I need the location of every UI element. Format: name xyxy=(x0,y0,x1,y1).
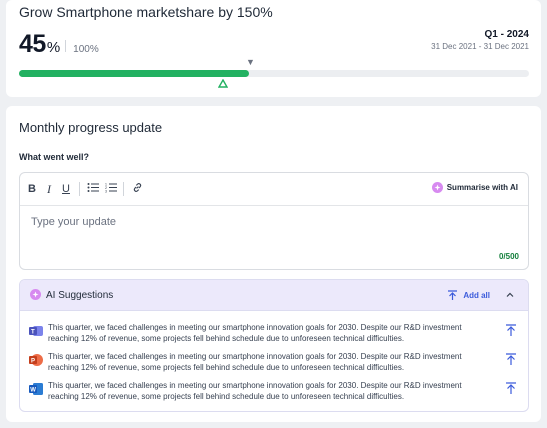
add-to-top-icon[interactable] xyxy=(506,324,516,336)
suggestion-text: This quarter, we faced challenges in mee… xyxy=(48,323,462,343)
teams-app-icon: T xyxy=(29,326,43,336)
goal-card: Grow Smartphone marketshare by 150% 45 %… xyxy=(6,0,541,97)
monthly-update-card: Monthly progress update What went well? … xyxy=(6,106,541,422)
progress-bar xyxy=(19,70,529,77)
bulleted-list-icon[interactable] xyxy=(86,182,100,196)
question-label: What went well? xyxy=(19,152,90,162)
add-all-label: Add all xyxy=(463,290,490,300)
underline-icon[interactable]: U xyxy=(59,182,73,196)
add-to-top-icon[interactable] xyxy=(506,382,516,394)
ai-suggestions-header: AI Suggestions Add all xyxy=(20,280,528,311)
progress-summary: 45 % 100% xyxy=(19,30,99,59)
word-app-icon: W xyxy=(29,383,43,395)
quarter-label: Q1 - 2024 xyxy=(484,29,529,40)
suggestion-text: This quarter, we faced challenges in mee… xyxy=(48,381,462,401)
svg-text:3: 3 xyxy=(105,190,107,194)
ai-suggestions-panel: AI Suggestions Add all T This quarter, w… xyxy=(19,279,529,412)
section-title: Monthly progress update xyxy=(19,120,163,135)
add-to-top-icon xyxy=(448,290,458,300)
add-to-top-icon[interactable] xyxy=(506,353,516,365)
ai-sparkle-icon xyxy=(30,289,41,300)
summarise-with-ai-button[interactable]: Summarise with AI xyxy=(431,182,518,193)
goal-title: Grow Smartphone marketshare by 150% xyxy=(19,4,273,20)
svg-text:P: P xyxy=(31,359,35,365)
progress-target: 100% xyxy=(73,44,99,55)
suggestion-item: W This quarter, we faced challenges in m… xyxy=(29,380,521,404)
italic-icon[interactable]: I xyxy=(42,182,56,196)
ai-sparkle-icon xyxy=(431,182,443,193)
add-all-button[interactable]: Add all xyxy=(448,290,490,300)
current-progress-marker-icon xyxy=(218,79,228,88)
ai-suggestions-title: AI Suggestions xyxy=(46,290,114,301)
suggestion-item: P This quarter, we faced challenges in m… xyxy=(29,351,521,375)
suggestion-item: T This quarter, we faced challenges in m… xyxy=(29,322,521,346)
progress-unit: % xyxy=(46,39,61,56)
character-counter: 0/500 xyxy=(498,252,519,261)
svg-text:T: T xyxy=(31,330,35,336)
bold-icon[interactable]: B xyxy=(25,182,39,196)
editor-toolbar: B I U 123 Summarise with AI xyxy=(20,173,528,206)
rich-text-editor[interactable]: B I U 123 Summarise with AI 0/500 xyxy=(19,172,529,270)
update-text-input[interactable] xyxy=(31,216,511,228)
progress-bar-fill xyxy=(19,70,249,77)
summarise-label: Summarise with AI xyxy=(446,183,518,192)
date-range: 31 Dec 2021 - 31 Dec 2021 xyxy=(431,42,529,51)
expected-progress-marker-icon: ▼ xyxy=(246,57,255,67)
toolbar-divider xyxy=(79,182,80,196)
toolbar-divider xyxy=(123,182,124,196)
suggestion-text: This quarter, we faced challenges in mee… xyxy=(48,352,462,372)
divider xyxy=(65,40,67,52)
svg-text:W: W xyxy=(30,388,36,394)
progress-value: 45 xyxy=(19,30,46,58)
link-icon[interactable] xyxy=(130,182,144,196)
powerpoint-app-icon: P xyxy=(29,354,43,366)
numbered-list-icon[interactable]: 123 xyxy=(104,182,118,196)
chevron-up-icon[interactable] xyxy=(505,290,515,300)
